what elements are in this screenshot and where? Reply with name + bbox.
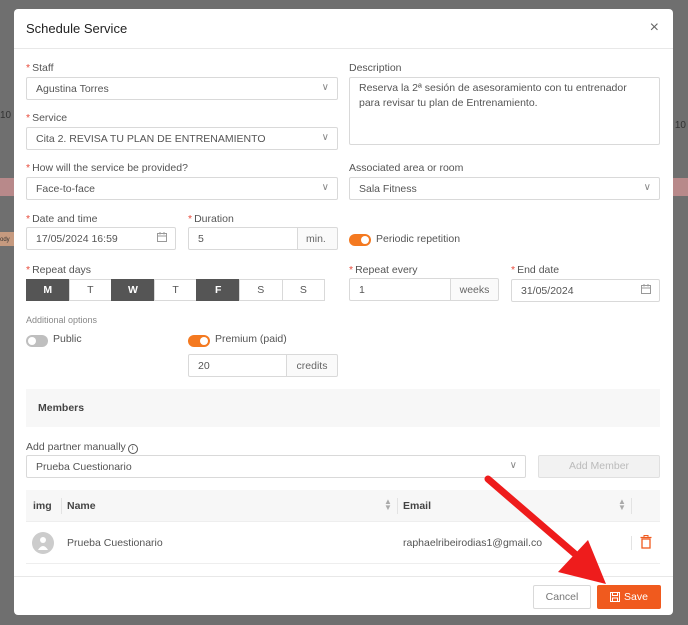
annotation-arrow-icon: [484, 475, 606, 584]
